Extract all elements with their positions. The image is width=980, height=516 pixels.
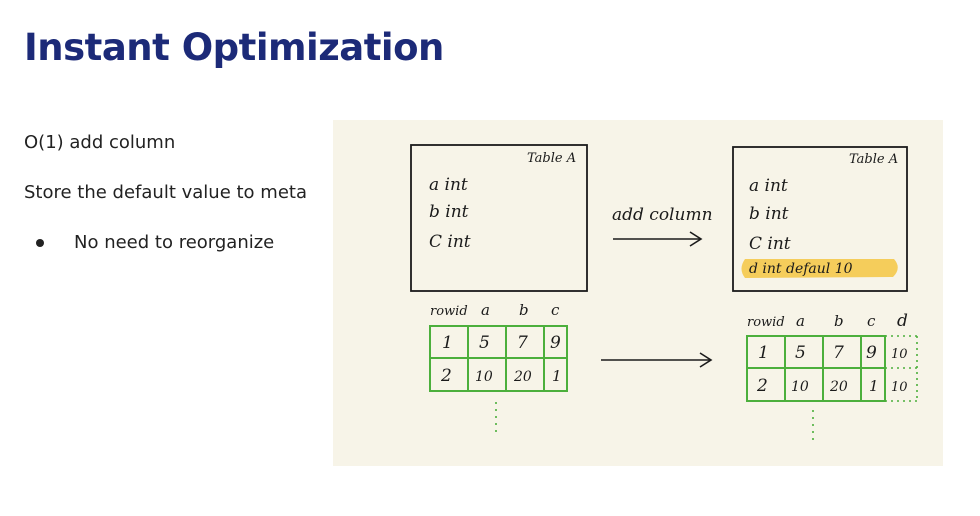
left-grid-header-rowid: rowid	[430, 304, 468, 319]
left-grid-header-a: a	[481, 301, 490, 319]
right-table-col-a: a int	[749, 176, 788, 196]
top-arrow-icon	[613, 231, 703, 247]
left-grid-cell: 9	[550, 333, 561, 353]
right-table-col-b: b int	[749, 204, 789, 224]
right-grid-header-b: b	[834, 312, 844, 330]
right-grid-cell: 1	[758, 343, 769, 363]
right-grid-header-a: a	[796, 312, 805, 330]
right-table-name: Table A	[849, 152, 898, 167]
bottom-arrow-icon	[601, 352, 713, 368]
arrow-label: add column	[612, 205, 713, 225]
left-grid-header-c: c	[551, 301, 560, 319]
left-grid-cell: 20	[513, 369, 532, 385]
left-grid-cell: 10	[475, 369, 493, 385]
left-grid-header-b: b	[519, 301, 529, 319]
right-table-new-col: d int defaul 10	[749, 261, 853, 277]
right-grid-cell: 20	[829, 379, 848, 395]
right-grid-cell: 1	[869, 377, 879, 395]
left-table-col-c: C int	[429, 232, 471, 252]
left-table-col-a: a int	[429, 175, 468, 195]
right-grid-header-d: d	[897, 311, 908, 331]
left-table-name: Table A	[527, 151, 576, 166]
bullet-item: No need to reorganize	[36, 232, 274, 253]
right-grid-header-c: c	[867, 312, 876, 330]
body-line-add-column: O(1) add column	[24, 132, 176, 153]
right-grid-cell: 7	[833, 343, 844, 363]
bullet-dot-icon	[36, 238, 44, 247]
left-grid-cell: 7	[517, 333, 528, 353]
sketch-svg: Table A a int b int C int add column Tab…	[410, 144, 918, 440]
right-grid-cell: 10	[791, 379, 809, 395]
body-line-store-default: Store the default value to meta	[24, 182, 307, 203]
left-grid-cell: 1	[552, 367, 562, 385]
right-grid-cell: 10	[891, 380, 908, 395]
sketch-illustration: Table A a int b int C int add column Tab…	[333, 120, 943, 466]
bullet-text: No need to reorganize	[74, 232, 275, 253]
left-grid-cell: 2	[440, 366, 452, 386]
left-grid-cell: 5	[479, 333, 490, 353]
right-table-col-c: C int	[749, 234, 791, 254]
right-grid-cell: 10	[891, 347, 908, 362]
right-grid-cell: 9	[866, 343, 877, 363]
right-grid-header-rowid: rowid	[747, 315, 785, 330]
right-grid-cell: 2	[756, 376, 768, 396]
left-table-col-b: b int	[429, 202, 469, 222]
left-grid-cell: 1	[442, 333, 453, 353]
right-grid-cell: 5	[795, 343, 806, 363]
slide-title: Instant Optimization	[24, 26, 444, 69]
